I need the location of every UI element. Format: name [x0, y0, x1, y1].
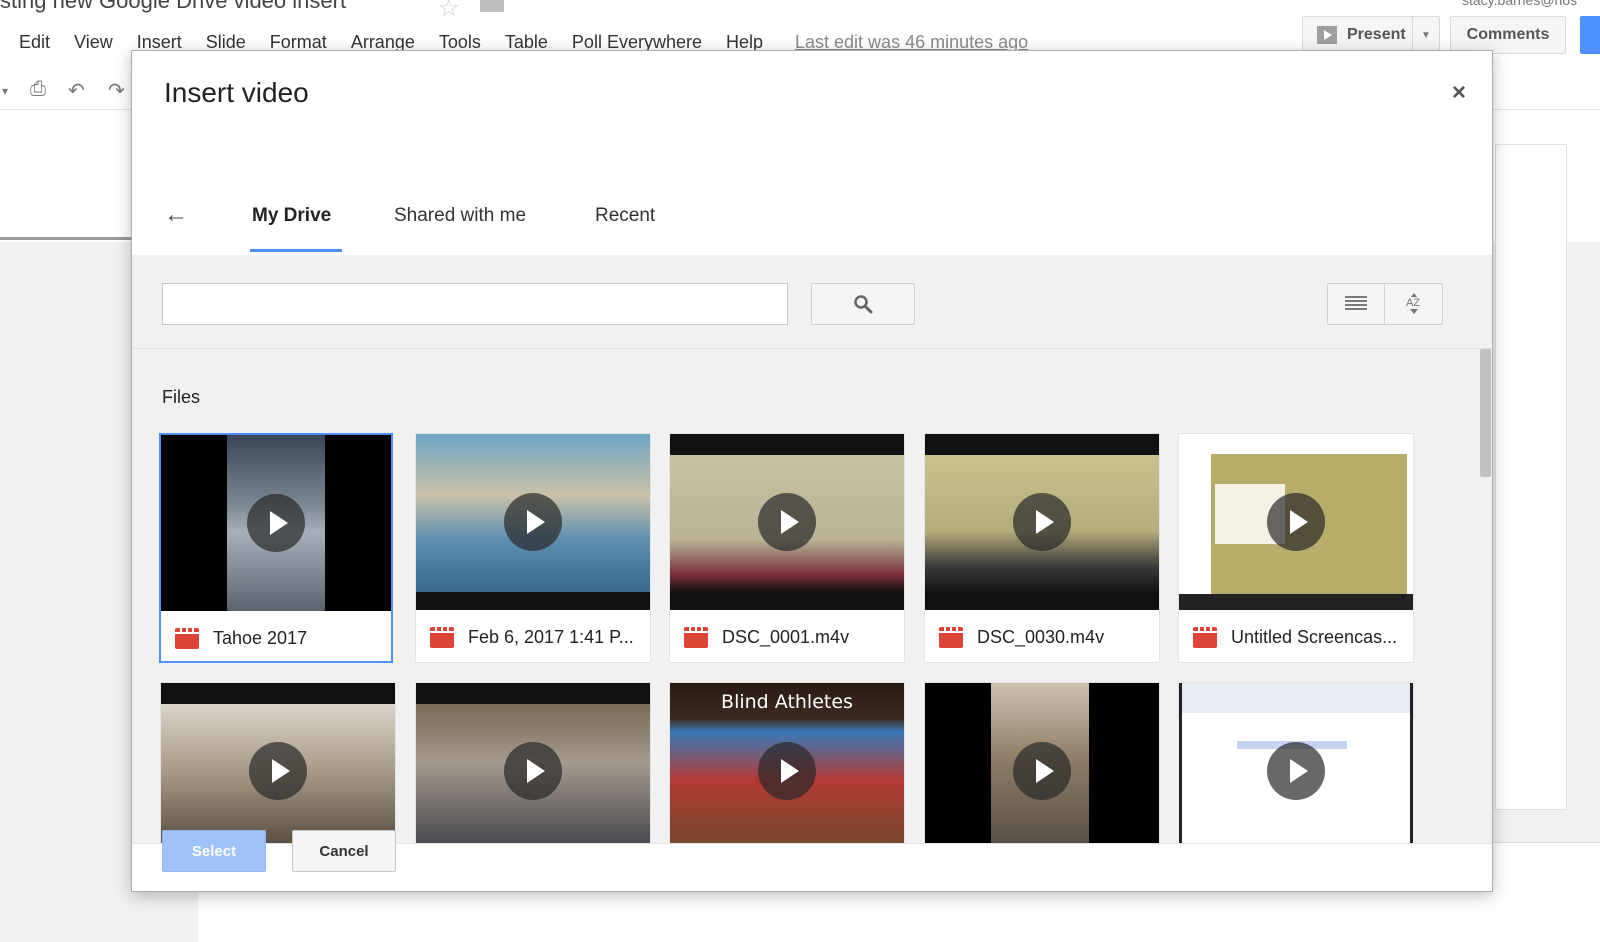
svg-text:AZ: AZ	[1406, 297, 1420, 309]
thumbnail-caption: Blind Athletes	[721, 691, 853, 713]
play-icon	[504, 493, 562, 551]
file-name: Tahoe 2017	[213, 627, 308, 648]
menu-edit[interactable]: Edit	[19, 32, 50, 53]
play-icon	[1267, 742, 1325, 800]
file-name: Feb 6, 2017 1:41 P...	[468, 626, 634, 647]
search-button[interactable]	[811, 283, 915, 325]
video-thumbnail	[416, 683, 650, 843]
video-thumbnail	[161, 435, 391, 611]
file-caption: Tahoe 2017	[161, 611, 391, 665]
dialog-title: Insert video	[164, 77, 309, 108]
file-tile[interactable]: Feb 6, 2017 1:41 P...	[415, 433, 651, 663]
file-tile[interactable]	[924, 682, 1160, 843]
file-name: DSC_0030.m4v	[977, 626, 1105, 647]
video-thumbnail	[1179, 683, 1413, 843]
tab-shared-with-me[interactable]: Shared with me	[394, 205, 526, 227]
sort-az-icon: AZ	[1406, 293, 1420, 314]
play-icon	[504, 742, 562, 800]
video-thumbnail: Blind Athletes	[670, 683, 904, 843]
play-icon	[1013, 742, 1071, 800]
video-thumbnail	[925, 434, 1159, 610]
tab-recent[interactable]: Recent	[595, 205, 655, 227]
file-caption: Feb 6, 2017 1:41 P...	[416, 610, 650, 664]
file-name: DSC_0001.m4v	[722, 626, 850, 647]
star-icon[interactable]: ☆	[438, 0, 460, 23]
video-thumbnail	[670, 434, 904, 610]
doc-title[interactable]: sting new Google Drive video insert	[0, 0, 346, 18]
redo-icon[interactable]: ↷	[108, 78, 125, 103]
file-tile[interactable]: Tahoe 2017	[159, 433, 393, 663]
dropdown-icon[interactable]: ▾	[2, 84, 8, 98]
play-icon	[1267, 493, 1325, 551]
video-file-icon	[175, 627, 199, 649]
play-icon	[247, 494, 305, 552]
play-icon	[249, 742, 307, 800]
play-icon	[758, 742, 816, 800]
present-label: Present	[1347, 26, 1406, 43]
play-icon	[758, 493, 816, 551]
video-thumbnail	[925, 683, 1159, 843]
file-tile[interactable]: Untitled Screencas...	[1178, 433, 1414, 663]
file-tile[interactable]: DSC_0001.m4v	[669, 433, 905, 663]
undo-icon[interactable]: ↶	[68, 78, 85, 103]
sort-button[interactable]: AZ	[1385, 283, 1443, 325]
present-button[interactable]: Present ▼	[1302, 16, 1440, 54]
search-band: AZ	[132, 255, 1492, 349]
dialog-footer: Select Cancel	[132, 830, 1492, 891]
back-arrow-icon[interactable]: ←	[164, 201, 188, 229]
file-tile[interactable]	[1178, 682, 1414, 843]
present-icon	[1317, 26, 1337, 44]
scrollbar[interactable]	[1478, 349, 1492, 843]
video-file-icon	[1193, 626, 1217, 648]
list-view-button[interactable]	[1327, 283, 1385, 325]
files-area: Files Tahoe 2017 Feb 6, 2017 1:41 P... D…	[132, 349, 1492, 843]
file-caption: DSC_0030.m4v	[925, 610, 1159, 664]
video-file-icon	[939, 626, 963, 648]
folder-icon[interactable]	[480, 0, 504, 12]
video-thumbnail	[1179, 434, 1413, 610]
left-filmstrip[interactable]	[0, 120, 135, 240]
select-button[interactable]: Select	[162, 830, 266, 872]
play-icon	[1013, 493, 1071, 551]
file-tile[interactable]: Blind Athletes	[669, 682, 905, 843]
active-tab-underline	[250, 249, 342, 252]
files-heading: Files	[162, 387, 201, 407]
scrollbar-thumb[interactable]	[1480, 349, 1491, 477]
tab-bar: ← My Drive Shared with me Recent	[132, 181, 1492, 255]
search-icon	[854, 295, 873, 314]
video-thumbnail	[416, 434, 650, 610]
present-dropdown-icon[interactable]: ▼	[1413, 30, 1439, 41]
share-button[interactable]	[1580, 16, 1600, 54]
video-file-icon	[430, 626, 454, 648]
file-caption: DSC_0001.m4v	[670, 610, 904, 664]
file-tile[interactable]	[160, 682, 396, 843]
close-icon[interactable]: ×	[1452, 79, 1466, 107]
menu-view[interactable]: View	[74, 32, 113, 53]
user-email: stacy.barnes@nos	[1462, 0, 1578, 8]
file-name: Untitled Screencas...	[1231, 626, 1398, 647]
present-main[interactable]: Present	[1303, 17, 1413, 53]
list-view-icon	[1345, 296, 1367, 310]
print-icon[interactable]: ⎙	[30, 78, 46, 101]
tab-my-drive[interactable]: My Drive	[252, 205, 331, 227]
search-input[interactable]	[162, 283, 788, 325]
file-tile[interactable]	[415, 682, 651, 843]
video-thumbnail	[161, 683, 395, 843]
file-caption: Untitled Screencas...	[1179, 610, 1413, 664]
comments-button[interactable]: Comments	[1450, 16, 1566, 54]
cancel-button[interactable]: Cancel	[292, 830, 396, 872]
file-tile[interactable]: DSC_0030.m4v	[924, 433, 1160, 663]
video-file-icon	[684, 626, 708, 648]
slide-canvas[interactable]	[1495, 144, 1567, 810]
insert-video-dialog: Insert video × ← My Drive Shared with me…	[131, 50, 1493, 892]
